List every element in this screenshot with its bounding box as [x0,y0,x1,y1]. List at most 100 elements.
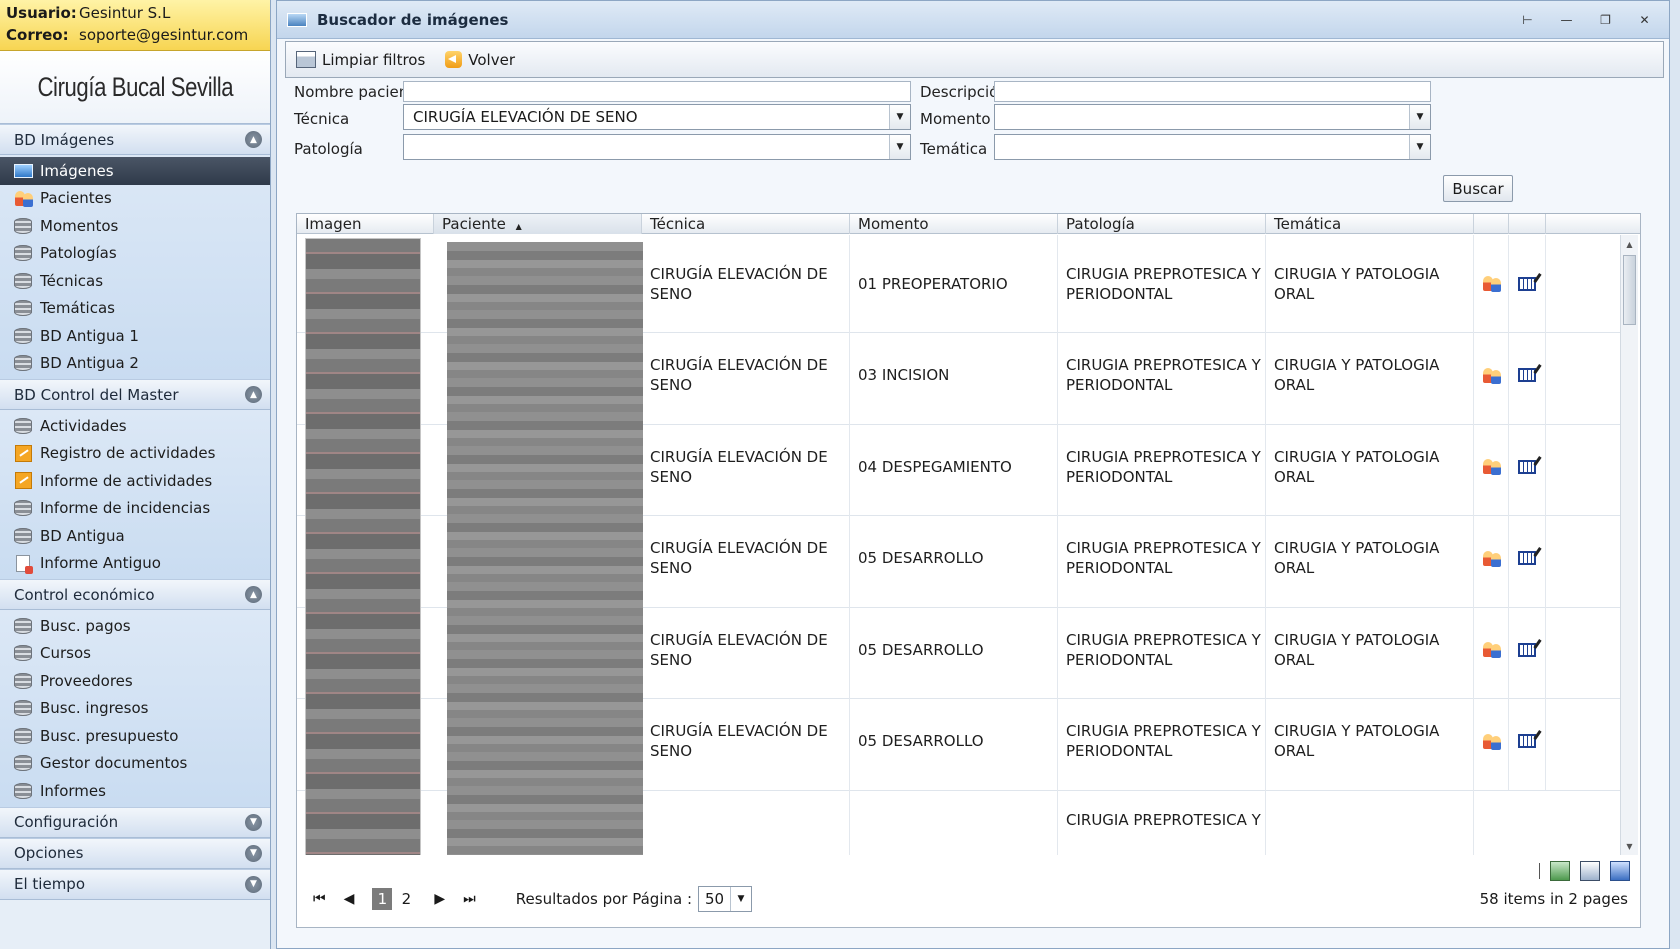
collapse-icon[interactable]: ▲ [245,386,262,403]
sidebar-item-label: Imágenes [40,161,114,180]
column-header-image[interactable]: Imagen [297,214,434,234]
sidebar-item[interactable]: Busc. ingresos [0,695,270,723]
vertical-scrollbar[interactable]: ▲ ▼ [1620,235,1638,855]
sidebar-item[interactable]: Imágenes [0,157,270,185]
sidebar-item[interactable]: BD Antigua [0,522,270,550]
page-number[interactable]: 2 [396,888,416,910]
scroll-up-icon[interactable]: ▲ [1621,236,1638,252]
sidebar-item[interactable]: Informes [0,777,270,805]
edit-button[interactable] [1509,601,1546,698]
sidebar-item[interactable]: Proveedores [0,667,270,695]
chart-icon [13,472,33,490]
expand-icon[interactable]: ▼ [245,844,262,862]
sidebar-item[interactable]: Registro de actividades [0,440,270,468]
chevron-down-icon[interactable]: ▼ [1409,135,1430,159]
cell-technique: CIRUGÍA ELEVACIÓN DE SENO [642,418,850,515]
last-page-icon[interactable]: ⏭ [463,891,476,907]
sidebar-item[interactable]: Pacientes [0,185,270,213]
description-input[interactable] [994,81,1431,102]
view-patient-button[interactable] [1474,235,1509,332]
image-thumbnail[interactable] [305,238,421,855]
moment-select[interactable]: ▼ [994,104,1431,130]
patient-icon [1482,641,1501,658]
scroll-thumb[interactable] [1623,255,1636,325]
column-header-theme[interactable]: Temática [1266,214,1474,234]
chevron-down-icon[interactable]: ▼ [889,105,910,129]
scroll-down-icon[interactable]: ▼ [1621,838,1638,854]
sidebar-item-label: Patologías [40,244,117,263]
database-icon-shape [14,672,32,689]
mail-value: soporte@gesintur.com [79,26,249,44]
sidebar-item[interactable]: Informe de incidencias [0,495,270,523]
chevron-down-icon[interactable]: ▼ [730,887,751,911]
sidebar-item[interactable]: BD Antigua 2 [0,350,270,378]
view-patient-button[interactable] [1474,509,1509,607]
column-header-pathology[interactable]: Patología [1058,214,1266,234]
chevron-down-icon[interactable]: ▼ [1409,105,1430,129]
database-icon [13,617,33,635]
close-icon[interactable]: ✕ [1632,10,1657,30]
column-header-moment[interactable]: Momento [850,214,1058,234]
sidebar-item[interactable]: Gestor documentos [0,750,270,778]
pin-icon[interactable]: ⊢ [1515,10,1540,30]
sidebar-item[interactable]: Técnicas [0,267,270,295]
sidebar-item[interactable]: Busc. presupuesto [0,722,270,750]
back-label: Volver [468,50,515,69]
sidebar-item[interactable]: Momentos [0,212,270,240]
chevron-down-icon[interactable]: ▼ [889,135,910,159]
sidebar-item-label: Busc. ingresos [40,699,149,718]
previous-page-icon[interactable]: ◀ [344,891,355,907]
edit-button[interactable] [1509,235,1546,332]
edit-button[interactable] [1509,418,1546,515]
sidebar-item[interactable]: Informe Antiguo [0,550,270,578]
page-size-select[interactable]: 50 ▼ [698,886,753,912]
section-header[interactable]: BD Imágenes ▲ [0,124,270,155]
sidebar-item[interactable]: Actividades [0,412,270,440]
sidebar-item[interactable]: Patologías [0,240,270,268]
collapse-icon[interactable]: ▲ [245,586,262,603]
cell-technique: CIRUGÍA ELEVACIÓN DE SENO [642,509,850,607]
view-patient-button[interactable] [1474,418,1509,515]
restore-icon[interactable]: ❐ [1593,10,1618,30]
window-title: Buscador de imágenes [317,10,509,29]
back-button[interactable]: Volver [445,51,515,69]
toolbar: Limpiar filtros Volver [285,41,1664,78]
window-controls: ⊢ — ❐ ✕ [1515,10,1657,30]
edit-button[interactable] [1509,326,1546,424]
section-header[interactable]: El tiempo ▼ [0,868,270,900]
column-header-technique[interactable]: Técnica [642,214,850,234]
edit-button[interactable] [1509,692,1546,790]
pathology-select[interactable]: ▼ [403,134,911,160]
search-button[interactable]: Buscar [1443,175,1513,202]
view-patient-button[interactable] [1474,692,1509,790]
sidebar-item[interactable]: Busc. pagos [0,612,270,640]
section-header[interactable]: Opciones ▼ [0,837,270,869]
expand-icon[interactable]: ▼ [245,813,262,831]
section-header[interactable]: Configuración ▼ [0,806,270,838]
sidebar-item[interactable]: Cursos [0,640,270,668]
sidebar-item[interactable]: BD Antigua 1 [0,322,270,350]
collapse-icon[interactable]: ▲ [245,131,262,148]
expand-icon[interactable]: ▼ [245,875,262,893]
technique-select[interactable]: CIRUGÍA ELEVACIÓN DE SENO ▼ [403,104,911,130]
column-header-patient[interactable]: Paciente ▲ [434,214,642,234]
theme-select[interactable]: ▼ [994,134,1431,160]
minimize-icon[interactable]: — [1554,10,1579,30]
next-page-icon[interactable]: ▶ [434,891,445,907]
section-items: Imágenes Pacientes Momentos Patologías Técni… [0,155,270,379]
view-patient-button[interactable] [1474,601,1509,698]
view-patient-button[interactable] [1474,326,1509,424]
cell-moment: 01 PREOPERATORIO [850,235,1058,332]
sidebar-item-label: Informe de incidencias [40,499,211,518]
clear-filters-button[interactable]: Limpiar filtros [296,51,425,69]
first-page-icon[interactable]: ⏮ [313,891,326,907]
edit-button[interactable] [1509,509,1546,607]
sidebar-item[interactable]: Temáticas [0,295,270,323]
patient-photo[interactable] [447,242,643,855]
pager: ⏮ ◀ 12 ▶ ⏭ Resultados por Página : 50 ▼ … [297,871,1640,927]
section-header[interactable]: BD Control del Master ▲ [0,379,270,410]
page-number[interactable]: 1 [372,888,393,910]
section-header[interactable]: Control económico ▲ [0,579,270,610]
sidebar-item[interactable]: Informe de actividades [0,467,270,495]
patient-name-input[interactable] [403,81,911,102]
